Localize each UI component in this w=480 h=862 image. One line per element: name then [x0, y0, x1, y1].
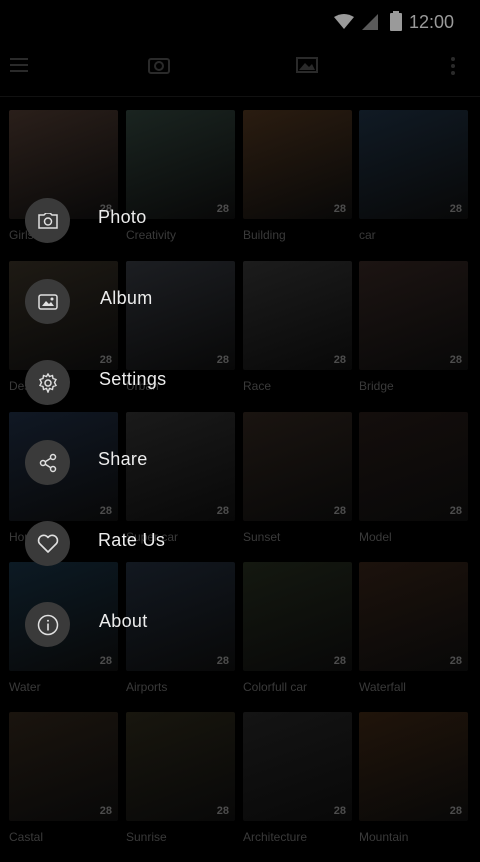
- menu-item-about[interactable]: About: [25, 602, 325, 648]
- gear-icon[interactable]: [25, 360, 70, 405]
- category-count: 28: [449, 655, 462, 667]
- share-icon[interactable]: [25, 440, 70, 485]
- signal-icon: [362, 14, 378, 30]
- gallery-toolbar-icon[interactable]: [296, 56, 318, 74]
- category-tile[interactable]: 28 Sunrise: [126, 712, 235, 862]
- category-caption: Model: [359, 530, 392, 544]
- category-count: 28: [449, 805, 462, 817]
- category-count: 28: [449, 505, 462, 517]
- category-caption: Colorfull car: [243, 680, 308, 694]
- category-count: 28: [333, 805, 346, 817]
- category-count: 28: [333, 203, 346, 215]
- category-count: 28: [99, 655, 112, 667]
- category-count: 28: [333, 505, 346, 517]
- category-count: 28: [449, 203, 462, 215]
- category-tile[interactable]: 28 Castal: [9, 712, 118, 862]
- category-count: 28: [99, 505, 112, 517]
- menu-item-label: Share: [98, 449, 148, 469]
- category-count: 28: [216, 805, 229, 817]
- status-bar: 12:00: [0, 0, 480, 40]
- menu-item-label: Rate Us: [98, 530, 166, 550]
- menu-item-label: Photo: [98, 207, 147, 227]
- status-time: 12:00: [408, 12, 454, 32]
- menu-item-settings[interactable]: Settings: [25, 360, 325, 406]
- category-count: 28: [333, 655, 346, 667]
- category-caption: Castal: [9, 830, 44, 844]
- category-tile[interactable]: 28 car: [359, 110, 468, 260]
- menu-item-label: About: [99, 611, 148, 631]
- camera-icon[interactable]: [25, 198, 70, 243]
- more-options-icon[interactable]: [450, 56, 456, 76]
- category-count: 28: [333, 354, 346, 366]
- menu-item-rate-us[interactable]: Rate Us: [25, 521, 325, 567]
- category-caption: Water: [9, 680, 41, 694]
- category-caption: Sunrise: [126, 830, 167, 844]
- category-caption: Airports: [126, 680, 168, 694]
- menu-item-label: Settings: [99, 369, 167, 389]
- category-count: 28: [449, 354, 462, 366]
- menu-item-photo[interactable]: Photo: [25, 198, 325, 244]
- category-tile[interactable]: 28 Model: [359, 412, 468, 562]
- menu-item-share[interactable]: Share: [25, 440, 325, 486]
- menu-item-album[interactable]: Album: [25, 279, 325, 325]
- hamburger-menu-icon[interactable]: [10, 58, 28, 72]
- category-count: 28: [216, 655, 229, 667]
- category-caption: car: [359, 228, 376, 242]
- battery-icon: [390, 11, 402, 31]
- camera-toolbar-icon[interactable]: [148, 56, 170, 74]
- category-tile[interactable]: 28 Bridge: [359, 261, 468, 411]
- wifi-icon: [334, 14, 354, 29]
- category-tile[interactable]: 28 Waterfall: [359, 562, 468, 712]
- heart-icon[interactable]: [25, 521, 70, 566]
- category-caption: Mountain: [359, 830, 409, 844]
- album-icon[interactable]: [25, 279, 70, 324]
- top-toolbar: [0, 40, 480, 97]
- category-tile[interactable]: 28 Mountain: [359, 712, 468, 862]
- category-count: 28: [216, 505, 229, 517]
- category-caption: Waterfall: [359, 680, 406, 694]
- category-caption: Bridge: [359, 379, 394, 393]
- category-count: 28: [99, 805, 112, 817]
- category-caption: Architecture: [243, 830, 308, 844]
- info-icon[interactable]: [25, 602, 70, 647]
- menu-item-label: Album: [100, 288, 153, 308]
- category-tile[interactable]: 28 Architecture: [243, 712, 352, 862]
